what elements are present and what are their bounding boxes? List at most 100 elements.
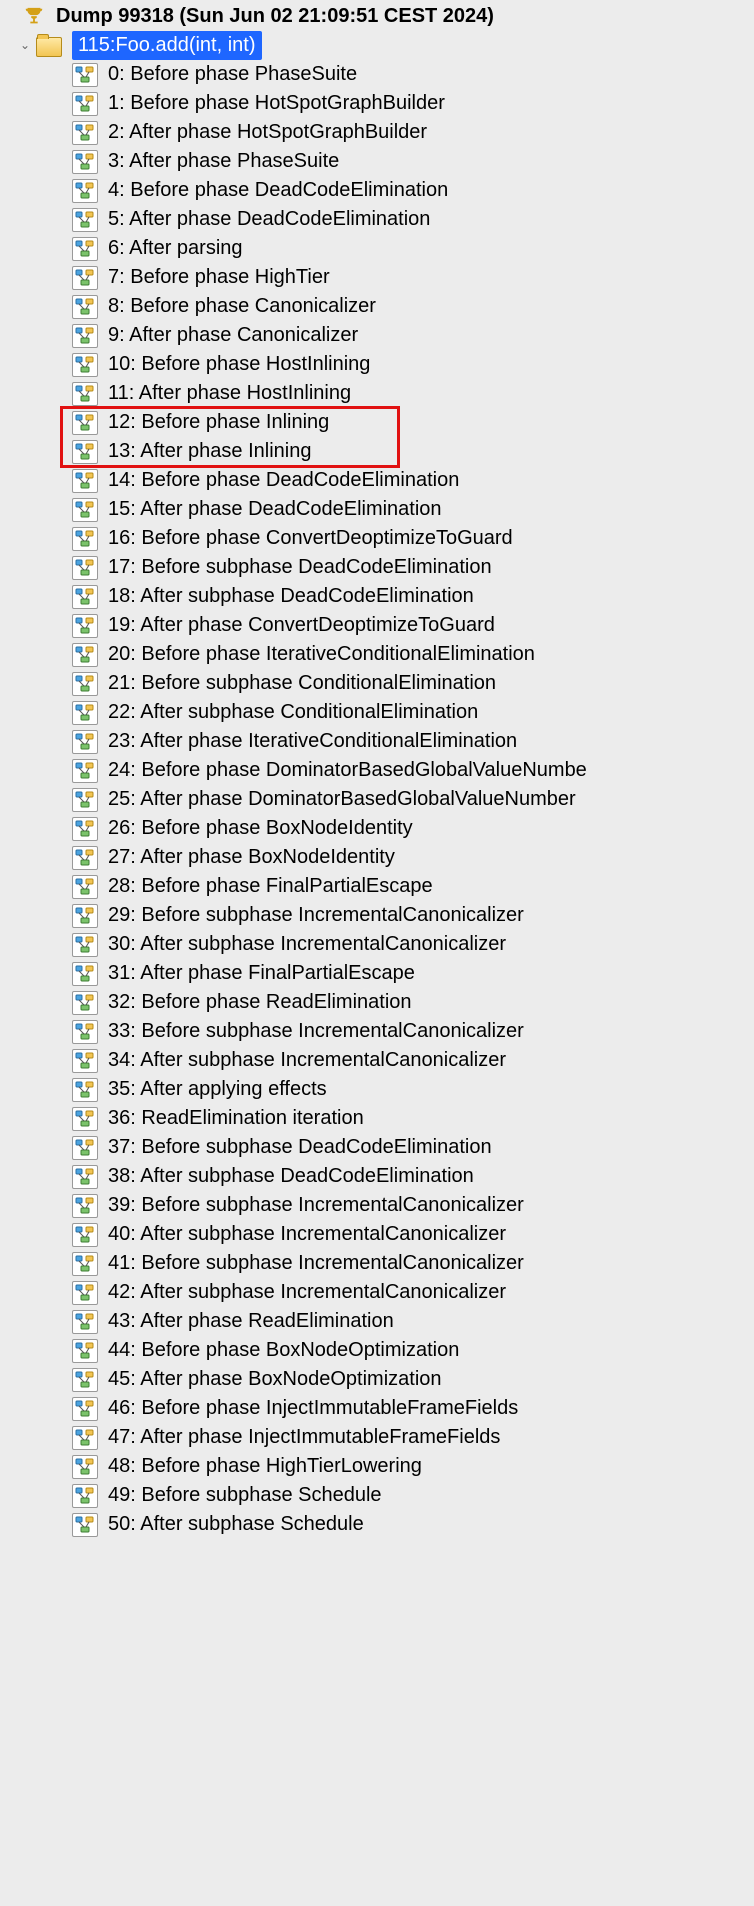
tree-item[interactable]: 24: Before phase DominatorBasedGlobalVal… bbox=[0, 756, 754, 785]
tree-item[interactable]: 4: Before phase DeadCodeElimination bbox=[0, 176, 754, 205]
tree-item-label: 29: Before subphase IncrementalCanonical… bbox=[108, 901, 528, 930]
tree-item[interactable]: 22: After subphase ConditionalEliminatio… bbox=[0, 698, 754, 727]
graph-icon bbox=[72, 875, 98, 899]
tree-item-label: 19: After phase ConvertDeoptimizeToGuard bbox=[108, 611, 499, 640]
tree-item[interactable]: 38: After subphase DeadCodeElimination bbox=[0, 1162, 754, 1191]
tree-item[interactable]: 3: After phase PhaseSuite bbox=[0, 147, 754, 176]
tree-item[interactable]: 25: After phase DominatorBasedGlobalValu… bbox=[0, 785, 754, 814]
tree-item[interactable]: 32: Before phase ReadElimination bbox=[0, 988, 754, 1017]
tree-item[interactable]: 26: Before phase BoxNodeIdentity bbox=[0, 814, 754, 843]
tree-item[interactable]: 48: Before phase HighTierLowering bbox=[0, 1452, 754, 1481]
tree-item[interactable]: 9: After phase Canonicalizer bbox=[0, 321, 754, 350]
tree-item[interactable]: 29: Before subphase IncrementalCanonical… bbox=[0, 901, 754, 930]
tree-item[interactable]: 23: After phase IterativeConditionalElim… bbox=[0, 727, 754, 756]
tree-item-label: 8: Before phase Canonicalizer bbox=[108, 292, 380, 321]
tree-item-label: 42: After subphase IncrementalCanonicali… bbox=[108, 1278, 510, 1307]
tree-item[interactable]: 10: Before phase HostInlining bbox=[0, 350, 754, 379]
tree-item[interactable]: 15: After phase DeadCodeElimination bbox=[0, 495, 754, 524]
tree-item[interactable]: 37: Before subphase DeadCodeElimination bbox=[0, 1133, 754, 1162]
tree-item[interactable]: 14: Before phase DeadCodeElimination bbox=[0, 466, 754, 495]
tree-item[interactable]: 36: ReadElimination iteration bbox=[0, 1104, 754, 1133]
tree-item[interactable]: 45: After phase BoxNodeOptimization bbox=[0, 1365, 754, 1394]
tree-item-label: 12: Before phase Inlining bbox=[108, 408, 333, 437]
tree-item[interactable]: 13: After phase Inlining bbox=[0, 437, 754, 466]
tree-item-label: 14: Before phase DeadCodeElimination bbox=[108, 466, 463, 495]
tree-item[interactable]: 44: Before phase BoxNodeOptimization bbox=[0, 1336, 754, 1365]
graph-icon bbox=[72, 1310, 98, 1334]
graph-icon bbox=[72, 556, 98, 580]
tree-item[interactable]: 16: Before phase ConvertDeoptimizeToGuar… bbox=[0, 524, 754, 553]
graph-icon bbox=[72, 1165, 98, 1189]
tree-item-label: 5: After phase DeadCodeElimination bbox=[108, 205, 434, 234]
tree-item-label: 39: Before subphase IncrementalCanonical… bbox=[108, 1191, 528, 1220]
graph-icon bbox=[72, 150, 98, 174]
graph-icon bbox=[72, 1252, 98, 1276]
tree-item[interactable]: 1: Before phase HotSpotGraphBuilder bbox=[0, 89, 754, 118]
tree-item[interactable]: 5: After phase DeadCodeElimination bbox=[0, 205, 754, 234]
tree-item[interactable]: 21: Before subphase ConditionalEliminati… bbox=[0, 669, 754, 698]
tree-item[interactable]: 49: Before subphase Schedule bbox=[0, 1481, 754, 1510]
graph-icon bbox=[72, 1107, 98, 1131]
tree-item[interactable]: 6: After parsing bbox=[0, 234, 754, 263]
tree-item-label: 25: After phase DominatorBasedGlobalValu… bbox=[108, 785, 580, 814]
tree-item[interactable]: 19: After phase ConvertDeoptimizeToGuard bbox=[0, 611, 754, 640]
tree-item[interactable]: 34: After subphase IncrementalCanonicali… bbox=[0, 1046, 754, 1075]
tree-item[interactable]: 18: After subphase DeadCodeElimination bbox=[0, 582, 754, 611]
graph-icon bbox=[72, 614, 98, 638]
tree-item-label: 49: Before subphase Schedule bbox=[108, 1481, 386, 1510]
tree-item[interactable]: 7: Before phase HighTier bbox=[0, 263, 754, 292]
tree-item-label: 43: After phase ReadElimination bbox=[108, 1307, 398, 1336]
tree-item-label: 10: Before phase HostInlining bbox=[108, 350, 374, 379]
folder-label: 115:Foo.add(int, int) bbox=[72, 31, 262, 60]
graph-icon bbox=[72, 1223, 98, 1247]
graph-icon bbox=[72, 1426, 98, 1450]
tree-root-row[interactable]: ▾ Dump 99318 (Sun Jun 02 21:09:51 CEST 2… bbox=[0, 2, 754, 31]
graph-icon bbox=[72, 701, 98, 725]
graph-icon bbox=[72, 324, 98, 348]
tree-item[interactable]: 8: Before phase Canonicalizer bbox=[0, 292, 754, 321]
tree-item[interactable]: 50: After subphase Schedule bbox=[0, 1510, 754, 1539]
tree-item[interactable]: 28: Before phase FinalPartialEscape bbox=[0, 872, 754, 901]
tree-item-label: 0: Before phase PhaseSuite bbox=[108, 60, 361, 89]
tree-item[interactable]: 12: Before phase Inlining bbox=[0, 408, 754, 437]
tree-item[interactable]: 2: After phase HotSpotGraphBuilder bbox=[0, 118, 754, 147]
tree-item[interactable]: 39: Before subphase IncrementalCanonical… bbox=[0, 1191, 754, 1220]
graph-icon bbox=[72, 527, 98, 551]
graph-icon bbox=[72, 411, 98, 435]
graph-icon bbox=[72, 295, 98, 319]
tree-item[interactable]: 11: After phase HostInlining bbox=[0, 379, 754, 408]
tree-folder-row[interactable]: ⌄ 115:Foo.add(int, int) bbox=[0, 31, 754, 60]
tree-item-label: 21: Before subphase ConditionalEliminati… bbox=[108, 669, 500, 698]
graph-icon bbox=[72, 730, 98, 754]
tree-item-label: 32: Before phase ReadElimination bbox=[108, 988, 416, 1017]
tree-item-label: 48: Before phase HighTierLowering bbox=[108, 1452, 426, 1481]
graph-icon bbox=[72, 121, 98, 145]
tree-item[interactable]: 20: Before phase IterativeConditionalEli… bbox=[0, 640, 754, 669]
tree-item[interactable]: 33: Before subphase IncrementalCanonical… bbox=[0, 1017, 754, 1046]
tree-item[interactable]: 46: Before phase InjectImmutableFrameFie… bbox=[0, 1394, 754, 1423]
graph-icon bbox=[72, 904, 98, 928]
tree-item[interactable]: 41: Before subphase IncrementalCanonical… bbox=[0, 1249, 754, 1278]
tree-item[interactable]: 47: After phase InjectImmutableFrameFiel… bbox=[0, 1423, 754, 1452]
graph-icon bbox=[72, 1049, 98, 1073]
tree-item[interactable]: 42: After subphase IncrementalCanonicali… bbox=[0, 1278, 754, 1307]
tree-item[interactable]: 27: After phase BoxNodeIdentity bbox=[0, 843, 754, 872]
tree-item[interactable]: 0: Before phase PhaseSuite bbox=[0, 60, 754, 89]
graph-icon bbox=[72, 1397, 98, 1421]
tree-item[interactable]: 40: After subphase IncrementalCanonicali… bbox=[0, 1220, 754, 1249]
tree-item-label: 41: Before subphase IncrementalCanonical… bbox=[108, 1249, 528, 1278]
tree-item-label: 13: After phase Inlining bbox=[108, 437, 315, 466]
tree-item-label: 46: Before phase InjectImmutableFrameFie… bbox=[108, 1394, 522, 1423]
tree-item[interactable]: 31: After phase FinalPartialEscape bbox=[0, 959, 754, 988]
tree-item-label: 16: Before phase ConvertDeoptimizeToGuar… bbox=[108, 524, 517, 553]
graph-icon bbox=[72, 498, 98, 522]
collapse-toggle[interactable]: ⌄ bbox=[18, 31, 32, 60]
graph-icon bbox=[72, 672, 98, 696]
tree-item-label: 47: After phase InjectImmutableFrameFiel… bbox=[108, 1423, 504, 1452]
tree-item-label: 35: After applying effects bbox=[108, 1075, 331, 1104]
tree-item[interactable]: 30: After subphase IncrementalCanonicali… bbox=[0, 930, 754, 959]
tree-item[interactable]: 43: After phase ReadElimination bbox=[0, 1307, 754, 1336]
tree-item[interactable]: 17: Before subphase DeadCodeElimination bbox=[0, 553, 754, 582]
tree-item[interactable]: 35: After applying effects bbox=[0, 1075, 754, 1104]
tree-item-label: 36: ReadElimination iteration bbox=[108, 1104, 368, 1133]
